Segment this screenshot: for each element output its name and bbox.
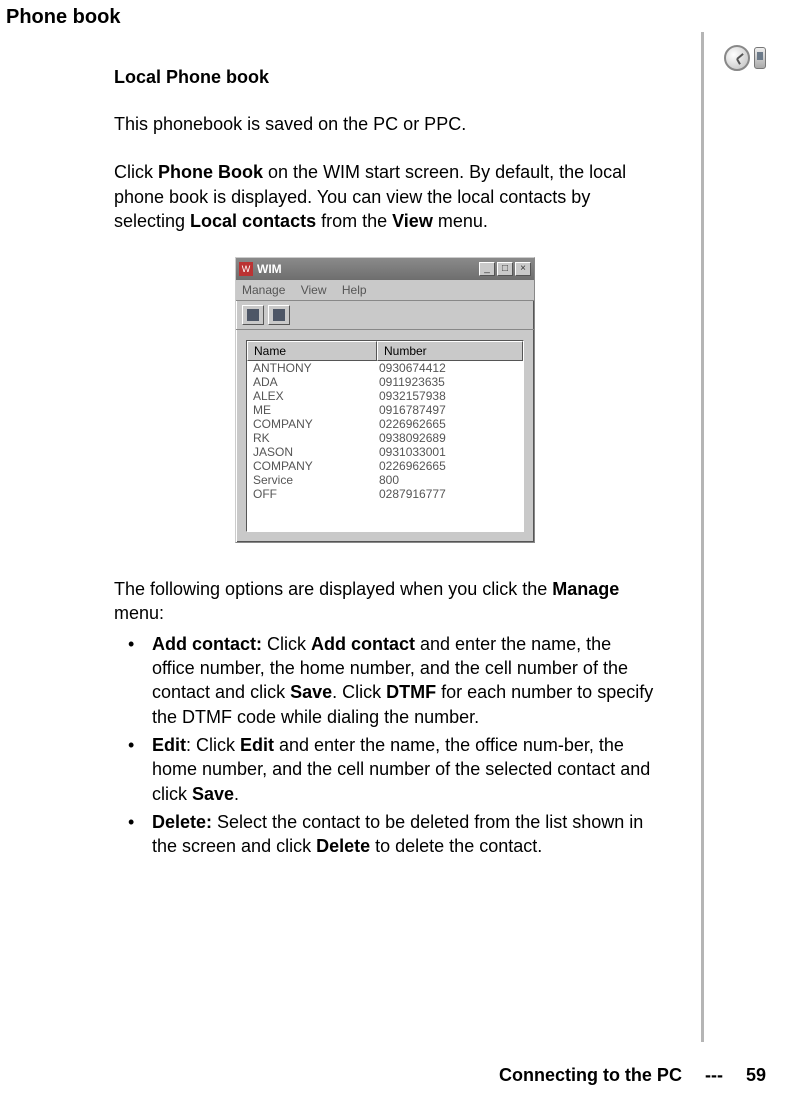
list-item[interactable]: ME0916787497 <box>247 403 523 417</box>
cell-number: 0938092689 <box>377 431 523 445</box>
toolbar-button-1[interactable] <box>242 305 264 325</box>
text: . Click <box>332 682 386 702</box>
cell-name: OFF <box>247 487 377 501</box>
cell-name: Service <box>247 473 377 487</box>
text: : Click <box>186 735 240 755</box>
cell-number: 0287916777 <box>377 487 523 501</box>
option-add-contact: Add contact: Click Add contact and enter… <box>114 632 656 729</box>
option-label: Edit <box>152 735 186 755</box>
page-footer: Connecting to the PC --- 59 <box>499 1065 766 1086</box>
list-item[interactable]: OFF0287916777 <box>247 487 523 501</box>
text: The following options are displayed when… <box>114 579 552 599</box>
bold: DTMF <box>386 682 436 702</box>
column-name[interactable]: Name <box>247 341 377 361</box>
header-decoration <box>724 44 780 72</box>
text: Click <box>114 162 158 182</box>
maximize-button[interactable]: □ <box>497 262 513 276</box>
contacts-list: Name Number ANTHONY0930674412 ADA0911923… <box>246 340 524 532</box>
bold: Phone Book <box>158 162 263 182</box>
option-label: Delete: <box>152 812 212 832</box>
cell-number: 0226962665 <box>377 459 523 473</box>
vertical-rule <box>701 32 704 1042</box>
bold: Delete <box>316 836 370 856</box>
list-item[interactable]: RK0938092689 <box>247 431 523 445</box>
menu-view[interactable]: View <box>301 283 327 297</box>
toolbar <box>236 301 534 330</box>
option-label: Add contact: <box>152 634 262 654</box>
list-item[interactable]: JASON0931033001 <box>247 445 523 459</box>
page-number: 59 <box>746 1065 766 1085</box>
minimize-button[interactable]: _ <box>479 262 495 276</box>
screenshot-figure: W WIM _ □ × Manage View Help <box>114 257 656 543</box>
text: from the <box>316 211 392 231</box>
instructions-paragraph: Click Phone Book on the WIM start screen… <box>114 160 656 233</box>
list-panel: Name Number ANTHONY0930674412 ADA0911923… <box>244 338 526 534</box>
cell-number: 0911923635 <box>377 375 523 389</box>
column-number[interactable]: Number <box>377 341 523 361</box>
menubar: Manage View Help <box>236 280 534 301</box>
text: menu. <box>433 211 488 231</box>
cell-name: COMPANY <box>247 459 377 473</box>
intro-paragraph: This phonebook is saved on the PC or PPC… <box>114 112 656 136</box>
bold: Edit <box>240 735 274 755</box>
option-edit: Edit: Click Edit and enter the name, the… <box>114 733 656 806</box>
close-button[interactable]: × <box>515 262 531 276</box>
toolbar-button-2[interactable] <box>268 305 290 325</box>
cell-number: 0226962665 <box>377 417 523 431</box>
bold: Local contacts <box>190 211 316 231</box>
bold: Add contact <box>311 634 415 654</box>
phone-icon <box>754 47 766 69</box>
cell-name: ADA <box>247 375 377 389</box>
list-item[interactable]: COMPANY0226962665 <box>247 459 523 473</box>
menu-manage[interactable]: Manage <box>242 283 285 297</box>
clock-icon <box>724 45 750 71</box>
list-item[interactable]: COMPANY0226962665 <box>247 417 523 431</box>
book-icon <box>273 309 285 321</box>
cell-name: RK <box>247 431 377 445</box>
save-icon <box>247 309 259 321</box>
list-item[interactable]: ANTHONY0930674412 <box>247 361 523 375</box>
footer-separator: --- <box>705 1065 723 1085</box>
footer-chapter: Connecting to the PC <box>499 1065 682 1085</box>
list-rows: ANTHONY0930674412 ADA0911923635 ALEX0932… <box>247 361 523 531</box>
cell-name: ANTHONY <box>247 361 377 375</box>
list-item[interactable]: Service800 <box>247 473 523 487</box>
cell-name: ME <box>247 403 377 417</box>
wim-window: W WIM _ □ × Manage View Help <box>235 257 535 543</box>
cell-number: 0916787497 <box>377 403 523 417</box>
cell-number: 800 <box>377 473 523 487</box>
bold: Manage <box>552 579 619 599</box>
text: . <box>234 784 239 804</box>
cell-number: 0930674412 <box>377 361 523 375</box>
bold: View <box>392 211 433 231</box>
section-heading: Phone book <box>6 6 766 29</box>
menu-help[interactable]: Help <box>342 283 367 297</box>
list-header: Name Number <box>247 341 523 361</box>
window-title: WIM <box>257 262 479 276</box>
text: Click <box>262 634 311 654</box>
bold: Save <box>192 784 234 804</box>
option-delete: Delete: Select the contact to be deleted… <box>114 810 656 859</box>
app-icon: W <box>239 262 253 276</box>
options-intro: The following options are displayed when… <box>114 577 656 626</box>
cell-name: ALEX <box>247 389 377 403</box>
cell-number: 0931033001 <box>377 445 523 459</box>
text: menu: <box>114 603 164 623</box>
cell-name: JASON <box>247 445 377 459</box>
subsection-heading: Local Phone book <box>114 67 656 88</box>
list-item[interactable]: ALEX0932157938 <box>247 389 523 403</box>
cell-name: COMPANY <box>247 417 377 431</box>
cell-number: 0932157938 <box>377 389 523 403</box>
titlebar: W WIM _ □ × <box>236 258 534 280</box>
options-list: Add contact: Click Add contact and enter… <box>114 632 656 859</box>
text: to delete the contact. <box>370 836 542 856</box>
bold: Save <box>290 682 332 702</box>
list-item[interactable]: ADA0911923635 <box>247 375 523 389</box>
